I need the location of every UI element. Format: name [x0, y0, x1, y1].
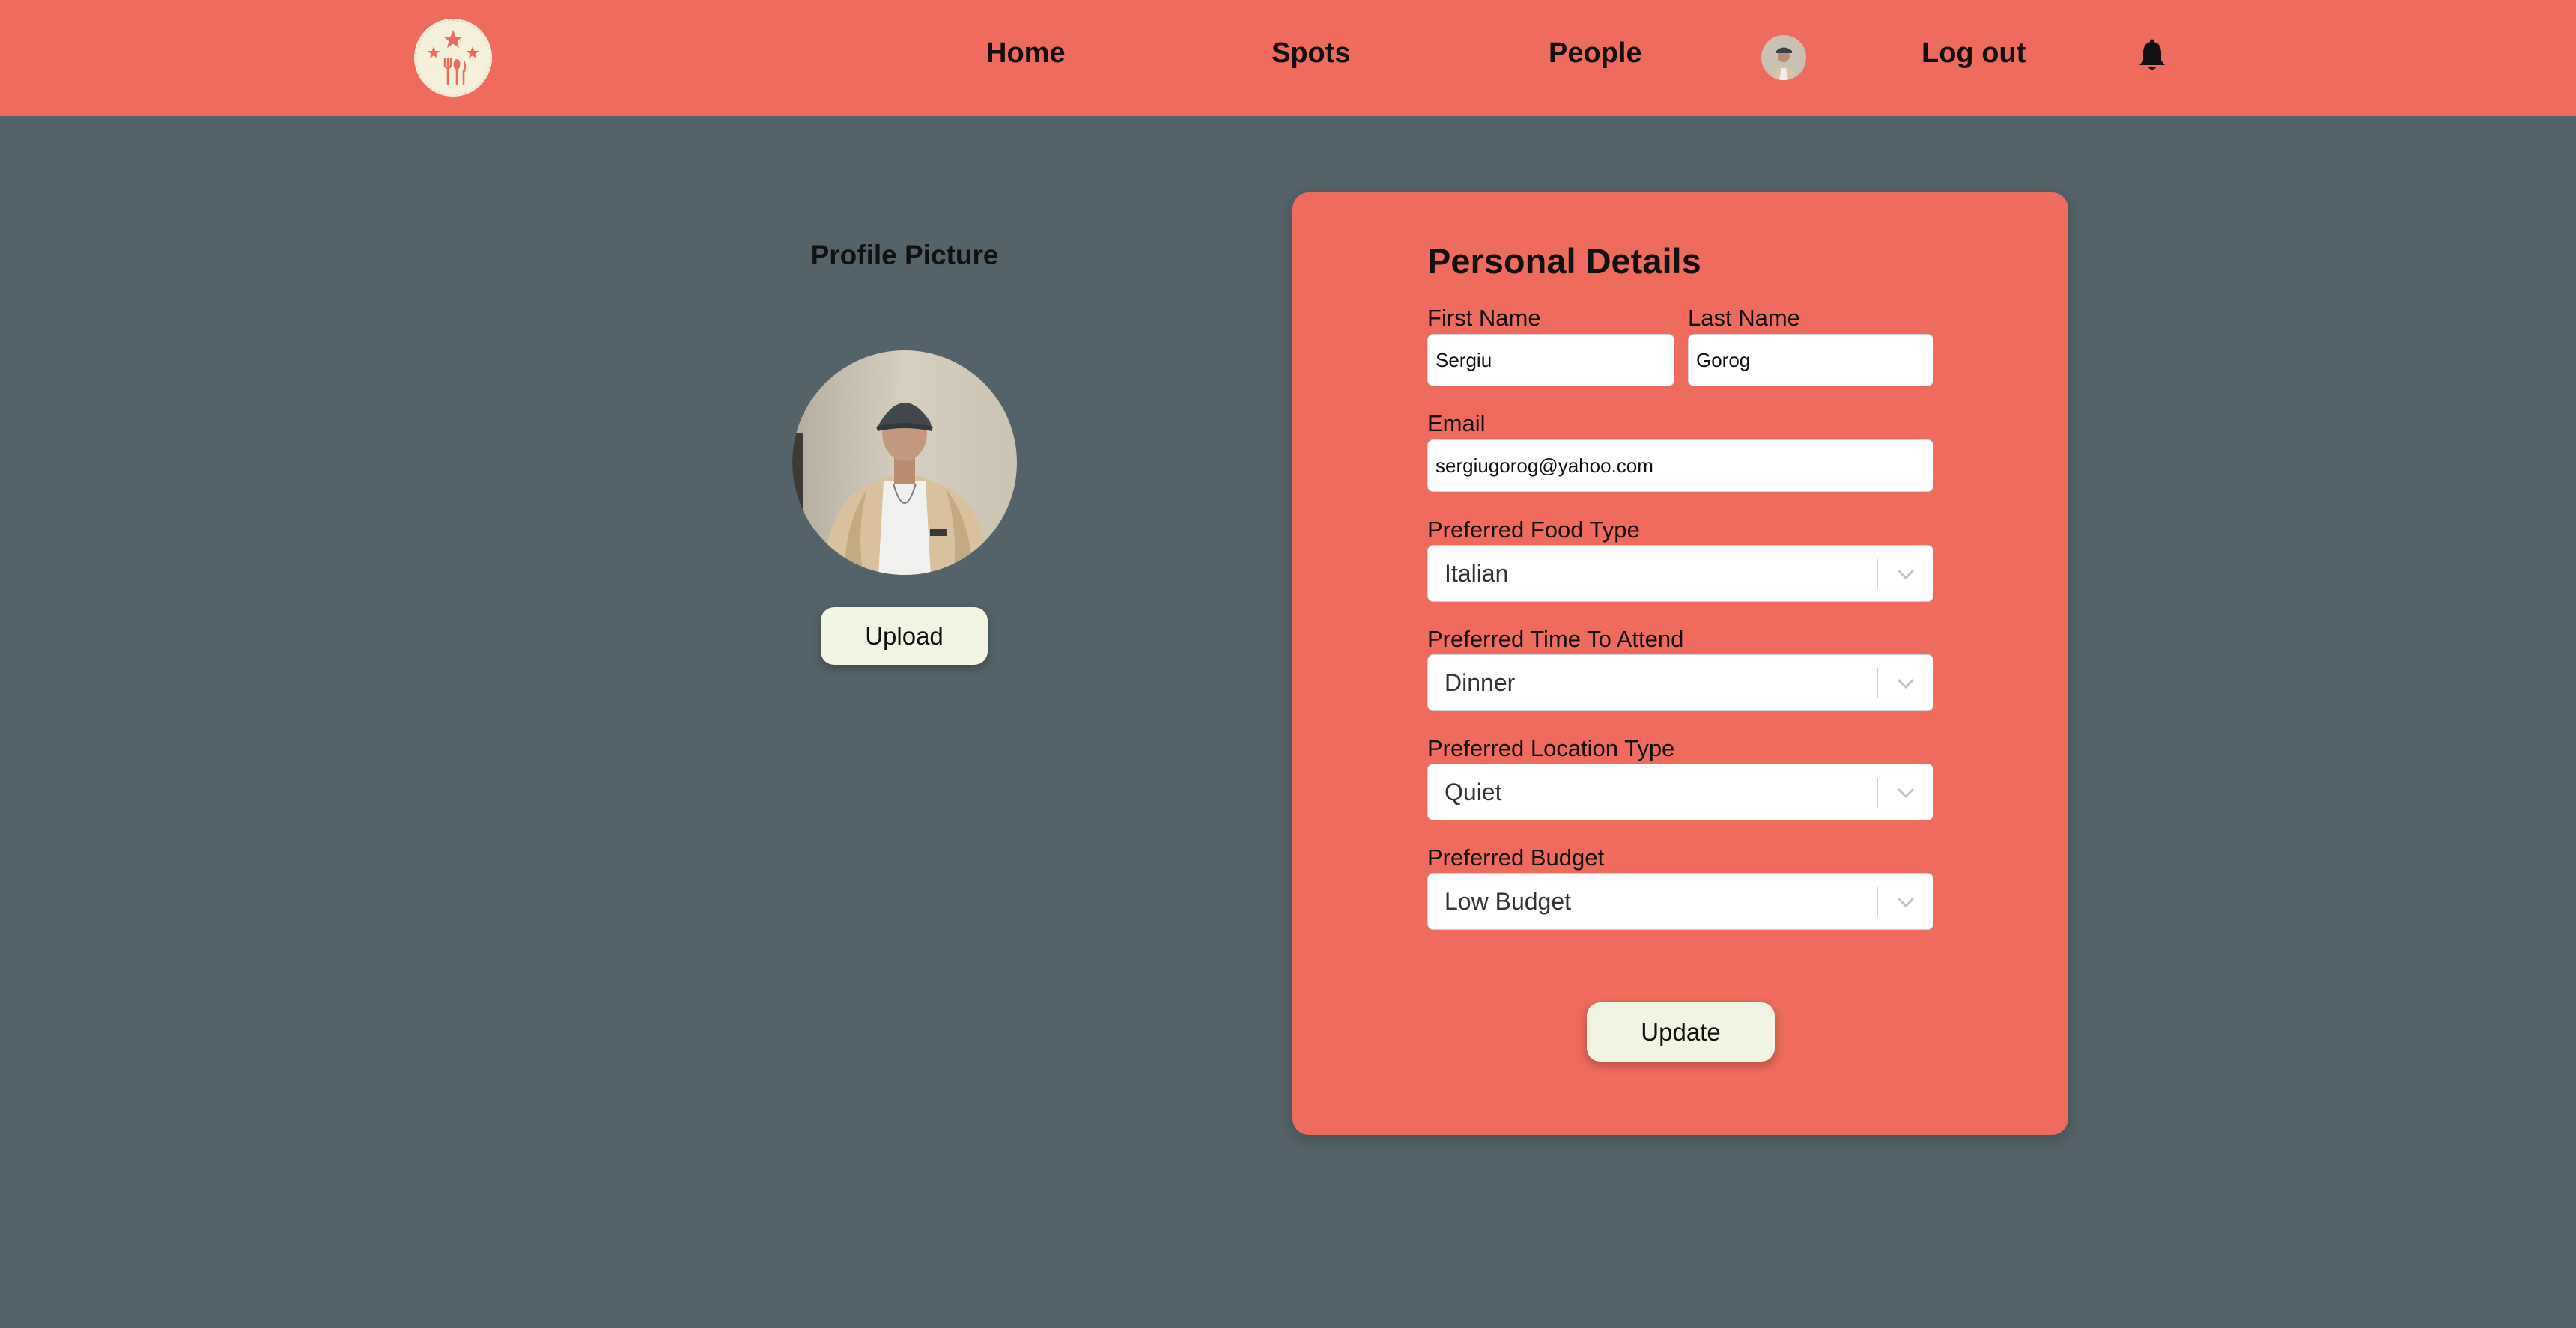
logo-icon[interactable]	[413, 18, 493, 97]
personal-details-card: Personal Details First Name Last Name Em…	[1292, 192, 2068, 1135]
chevron-down-icon	[1897, 897, 1915, 908]
last-name-input[interactable]	[1688, 334, 1933, 386]
time-value: Dinner	[1445, 669, 1516, 696]
email-input[interactable]	[1427, 439, 1933, 492]
select-separator	[1877, 559, 1878, 589]
select-separator	[1877, 778, 1878, 808]
food-type-select[interactable]: Italian	[1427, 545, 1933, 602]
budget-label: Preferred Budget	[1427, 844, 1605, 871]
time-select[interactable]: Dinner	[1427, 654, 1933, 711]
location-value: Quiet	[1445, 779, 1502, 805]
first-name-input[interactable]	[1427, 334, 1674, 386]
first-name-label: First Name	[1427, 305, 1541, 331]
nav-home-link[interactable]: Home	[986, 37, 1066, 70]
profile-picture-title: Profile Picture	[810, 240, 999, 270]
chevron-down-icon	[1897, 788, 1915, 799]
food-type-label: Preferred Food Type	[1427, 517, 1640, 543]
last-name-label: Last Name	[1688, 305, 1800, 331]
select-separator	[1877, 668, 1878, 698]
upload-button[interactable]: Upload	[821, 607, 988, 665]
nav-spots-link[interactable]: Spots	[1272, 37, 1351, 70]
nav-logout-link[interactable]: Log out	[1922, 37, 2026, 70]
update-button[interactable]: Update	[1587, 1002, 1775, 1062]
time-label: Preferred Time To Attend	[1427, 626, 1684, 652]
bell-icon[interactable]	[2136, 39, 2169, 73]
chevron-down-icon	[1897, 569, 1915, 580]
user-avatar[interactable]	[1761, 35, 1806, 80]
location-label: Preferred Location Type	[1427, 735, 1675, 761]
select-separator	[1877, 887, 1878, 917]
top-navbar: Home Spots People Log out	[0, 0, 2576, 116]
budget-select[interactable]: Low Budget	[1427, 873, 1933, 930]
food-type-value: Italian	[1445, 560, 1509, 587]
profile-photo	[792, 350, 1017, 575]
budget-value: Low Budget	[1445, 888, 1572, 915]
chevron-down-icon	[1897, 678, 1915, 689]
email-label: Email	[1427, 410, 1486, 436]
nav-people-link[interactable]: People	[1549, 37, 1642, 70]
location-select[interactable]: Quiet	[1427, 764, 1933, 820]
personal-details-title: Personal Details	[1427, 241, 1701, 281]
